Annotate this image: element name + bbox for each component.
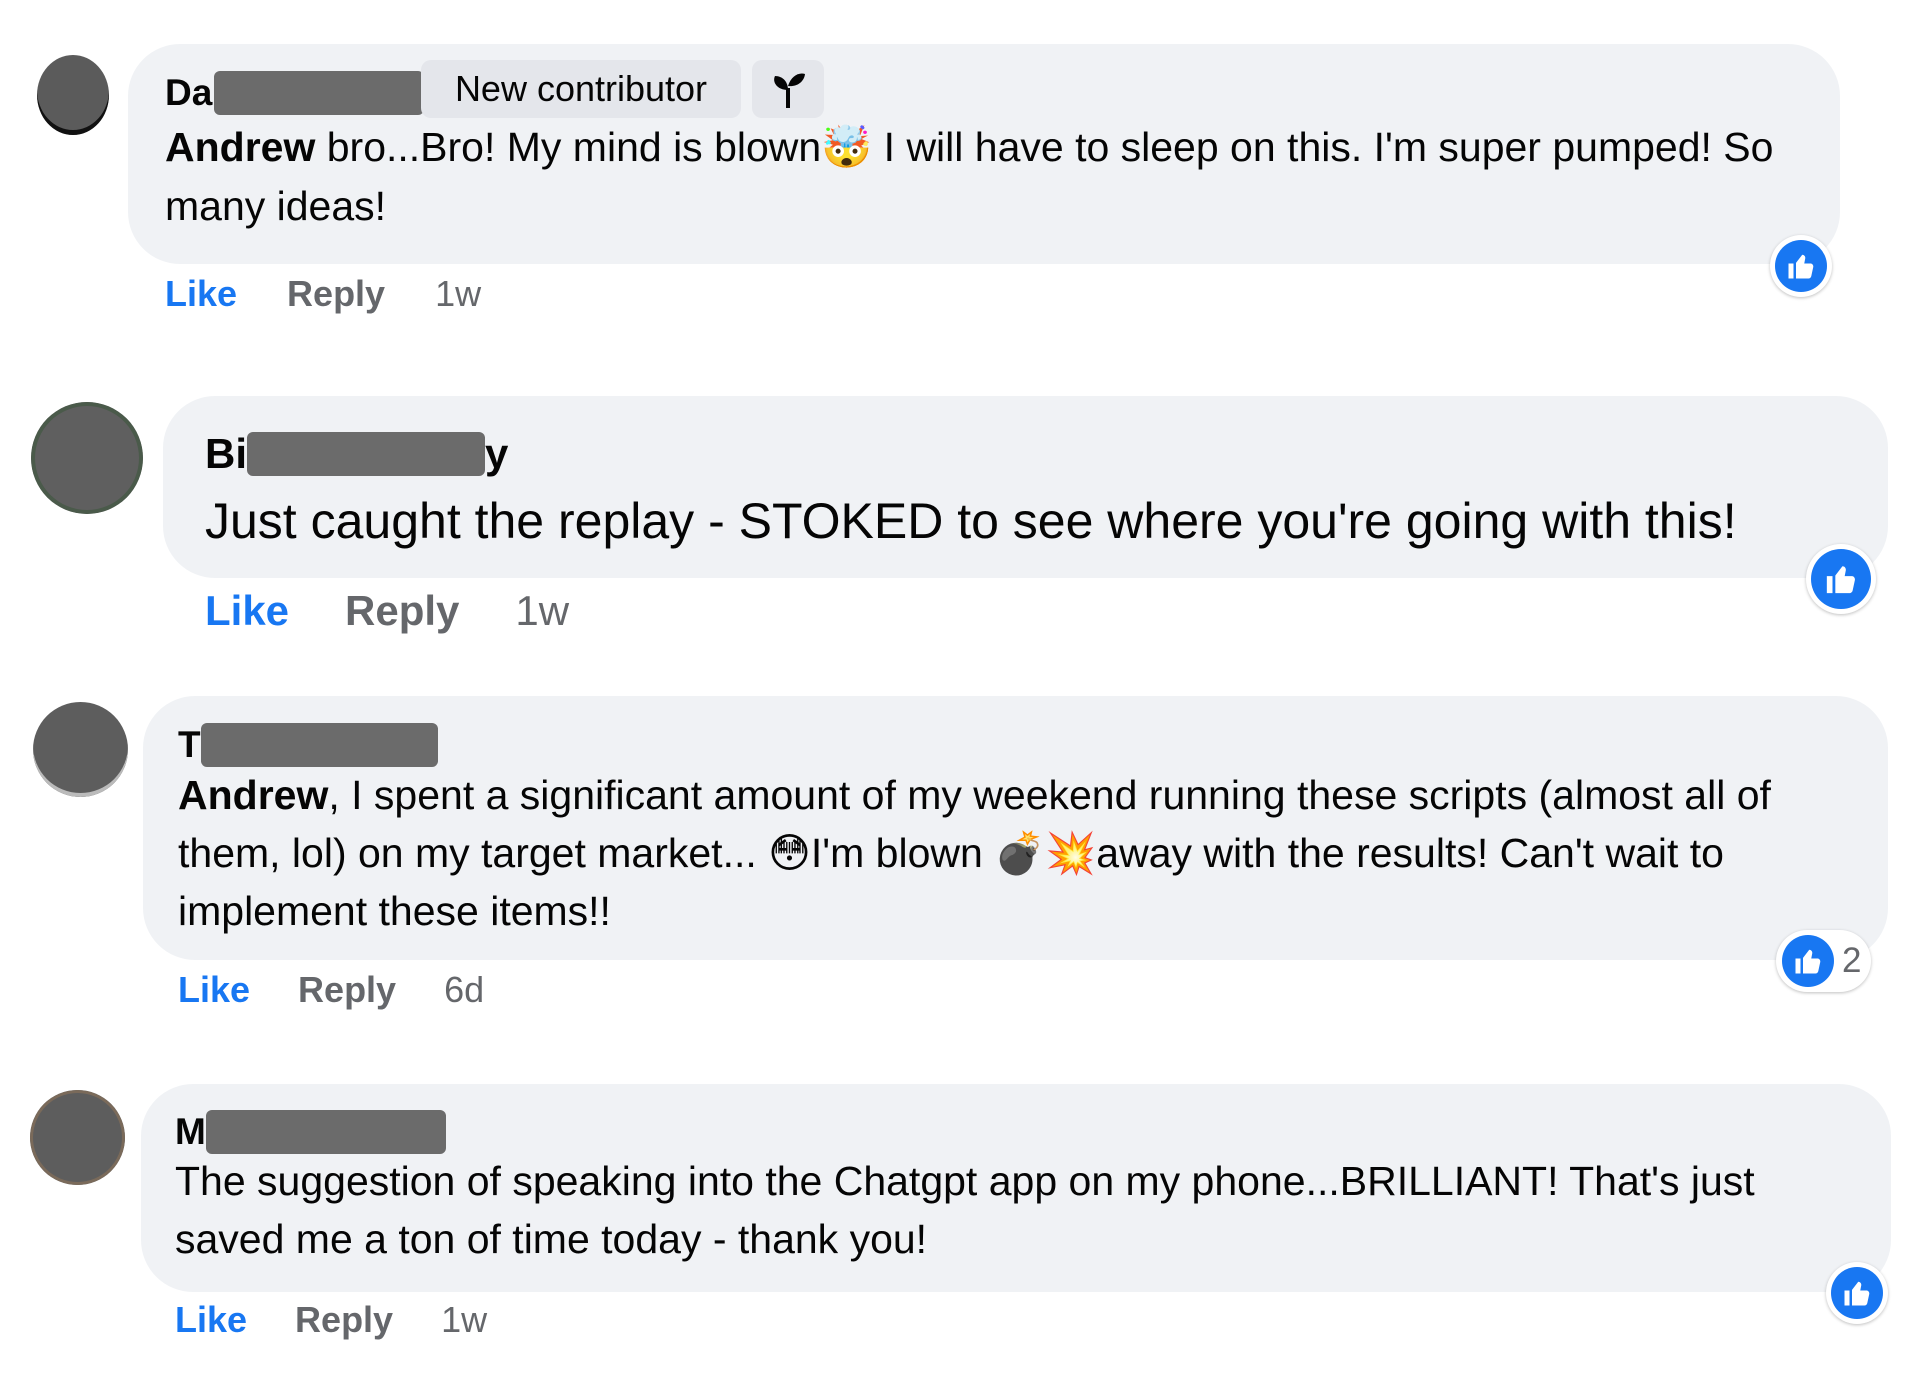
author-visible-end: y [485, 430, 509, 477]
author-visible: T [178, 724, 201, 765]
avatar[interactable] [33, 702, 128, 797]
mention-andrew[interactable]: Andrew [178, 772, 328, 818]
reaction-count: 2 [1842, 941, 1862, 980]
new-contributor-badge[interactable]: New contributor [421, 60, 741, 118]
flushed-face-emoji: 😳 [768, 829, 811, 877]
author-name[interactable]: Bi y [205, 426, 508, 482]
avatar[interactable] [31, 402, 143, 514]
like-button[interactable]: Like [205, 587, 289, 635]
like-button[interactable]: Like [175, 1299, 247, 1341]
comment-actions: Like Reply 1w [175, 1298, 487, 1342]
avatar[interactable] [37, 55, 109, 135]
reaction-summary[interactable] [1770, 235, 1832, 297]
comment-text: Andrew bro...Bro! My mind is blown🤯 I wi… [165, 118, 1795, 237]
comment-actions: Like Reply 6d [178, 968, 484, 1012]
thumbs-up-icon [1811, 549, 1871, 609]
body: The suggestion of speaking into the Chat… [175, 1158, 1755, 1262]
author-visible-start: Bi [205, 430, 247, 477]
reply-button[interactable]: Reply [298, 969, 396, 1011]
comment-text: Andrew, I spent a significant amount of … [178, 766, 1858, 940]
reply-button[interactable]: Reply [287, 273, 385, 315]
exploding-head-emoji: 🤯 [821, 123, 873, 171]
thumbs-up-icon [1831, 1267, 1883, 1319]
comment-actions: Like Reply 1w [205, 585, 569, 637]
thumbs-up-icon [1782, 935, 1834, 987]
body-part-1: bro...Bro! My mind is blown [315, 124, 822, 170]
author-name[interactable]: T [178, 722, 438, 768]
reply-button[interactable]: Reply [345, 587, 459, 635]
reply-button[interactable]: Reply [295, 1299, 393, 1341]
avatar[interactable] [30, 1090, 125, 1185]
body-part-2: I'm blown [810, 830, 995, 876]
comment-text: The suggestion of speaking into the Chat… [175, 1152, 1845, 1268]
mention-andrew[interactable]: Andrew [165, 124, 315, 170]
comment-text: Just caught the replay - STOKED to see w… [205, 485, 1885, 558]
comment-actions: Like Reply 1w [165, 272, 481, 316]
collision-emoji: 💥 [1045, 829, 1097, 877]
author-name[interactable]: Da [165, 66, 425, 120]
like-button[interactable]: Like [178, 969, 250, 1011]
body: Just caught the replay - STOKED to see w… [205, 493, 1737, 549]
author-name[interactable]: M [175, 1108, 446, 1156]
bomb-emoji: 💣 [994, 829, 1046, 877]
timestamp[interactable]: 1w [515, 587, 569, 635]
redacted-name [214, 71, 425, 115]
reaction-summary[interactable]: 2 [1776, 930, 1872, 992]
redacted-name [247, 432, 485, 476]
reaction-summary[interactable] [1806, 544, 1876, 614]
like-button[interactable]: Like [165, 273, 237, 315]
timestamp[interactable]: 6d [444, 969, 484, 1011]
badge-label: New contributor [454, 68, 708, 109]
redacted-name [205, 1110, 446, 1154]
redacted-name [200, 723, 438, 767]
timestamp[interactable]: 1w [441, 1299, 487, 1341]
author-visible: Da [165, 72, 213, 113]
timestamp[interactable]: 1w [435, 273, 481, 315]
thumbs-up-icon [1775, 240, 1827, 292]
author-visible: M [175, 1111, 206, 1152]
sprout-icon [752, 60, 824, 118]
reaction-summary[interactable] [1826, 1262, 1888, 1324]
